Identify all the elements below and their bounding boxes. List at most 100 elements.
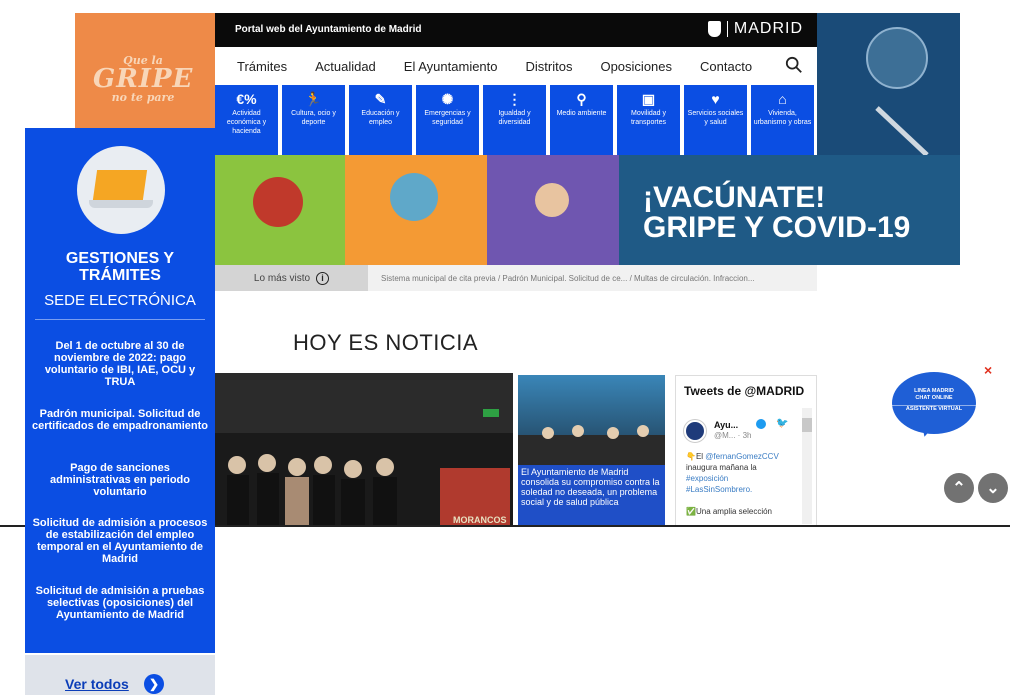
gripe-campaign-text: Que la GRIPE no te pare [93,55,193,103]
category-servicios-sociales[interactable]: ♥ Servicios sociales y salud [684,85,747,155]
tweet-text-line: inaugura mañana la [686,463,757,472]
gripe-campaign-banner[interactable]: Que la GRIPE no te pare [75,13,215,138]
vaccination-hero-banner[interactable]: ¡VACÚNATE! GRIPE Y COVID-19 [215,155,960,265]
house-icon: ⌂ [778,91,787,107]
nav-oposiciones[interactable]: Oposiciones [600,59,672,74]
sidebar-link-estabilizacion[interactable]: Solicitud de admisión a procesos de esta… [25,517,215,565]
category-actividad-economica[interactable]: €% Actividad económica y hacienda [215,85,278,155]
chevron-right-icon: ❯ [148,677,160,691]
twitter-bird-icon[interactable]: 🐦 [776,418,788,429]
tweet-hashtag-link[interactable]: #LasSinSombrero. [686,485,752,494]
nav-el-ayuntamiento[interactable]: El Ayuntamiento [404,59,498,74]
gestiones-sidebar: GESTIONES Y TRÁMITES SEDE ELECTRÓNICA De… [25,128,215,653]
nav-distritos[interactable]: Distritos [526,59,573,74]
tweets-scroll-thumb[interactable] [802,418,812,432]
madrid-logo[interactable]: MADRID [707,20,803,38]
euro-icon: €% [236,91,257,107]
close-icon[interactable]: × [984,362,992,378]
category-educacion[interactable]: ✎ Educación y empleo [349,85,412,155]
cartoon-doctor [535,183,569,217]
news-photo-watermark: MORANCOS [453,515,507,525]
siren-icon: ✺ [441,91,454,107]
category-cultura[interactable]: 🏃 Cultura, ocio y deporte [282,85,345,155]
news-photo-image [215,373,513,526]
twitter-avatar[interactable] [684,420,706,442]
twitter-widget: Tweets de @MADRID Ayu... 🐦 @M... · 3h 👇E… [675,375,817,526]
runner-icon: 🏃 [304,91,323,107]
main-nav: Trámites Actualidad El Ayuntamiento Dist… [215,47,817,85]
linea-madrid-chat-button[interactable]: LINEA MADRID CHAT ONLINE ASISTENTE VIRTU… [892,372,976,434]
hero-panel-orange [345,155,487,265]
logo-text: MADRID [733,20,803,37]
sidebar-link-sanciones[interactable]: Pago de sanciones administrativas en per… [25,462,215,498]
scroll-up-button[interactable]: ⌃ [944,473,974,503]
sidebar-link-ibi[interactable]: Del 1 de octubre al 30 de noviembre de 2… [25,340,215,388]
scroll-down-button[interactable]: ⌄ [978,473,1008,503]
chat-bubble-line: ASISTENTE VIRTUAL [892,405,976,413]
tweet-hashtag-link[interactable]: #exposición [686,474,728,483]
nav-actualidad[interactable]: Actualidad [315,59,376,74]
category-label: Cultura, ocio y deporte [291,110,336,126]
cartoon-character [253,177,303,227]
ver-todos-link[interactable]: Ver todos [65,676,129,692]
chat-bubble-line: CHAT ONLINE [915,395,953,401]
tweet-text: 👇El @fernanGomezCCV inaugura mañana la #… [686,451,801,517]
vacunate-line2: GRIPE Y COVID-19 [643,211,911,244]
sidebar-link-padron[interactable]: Padrón municipal. Solicitud de certifica… [25,408,215,432]
chevron-up-icon: ⌃ [952,480,966,497]
nav-tramites[interactable]: Trámites [237,59,287,74]
news-card-photo[interactable]: MORANCOS [215,373,513,526]
bus-icon: ▣ [641,91,656,107]
news-section-title: HOY ES NOTICIA [293,330,479,355]
most-viewed-label: Lo más visto i [215,265,368,291]
logo-separator [726,21,728,37]
category-movilidad[interactable]: ▣ Movilidad y transportes [617,85,680,155]
category-label: Igualdad y diversidad [498,110,531,126]
category-label: Servicios sociales y salud [687,110,744,126]
top-header-bar: Portal web del Ayuntamiento de Madrid MA… [215,13,817,47]
info-icon[interactable]: i [316,271,330,285]
news-caption: El Ayuntamiento de Madrid consolida su c… [518,465,665,526]
category-label: Actividad económica y hacienda [226,110,267,135]
vaccination-headline: ¡VACÚNATE! GRIPE Y COVID-19 [643,183,910,243]
category-tiles: €% Actividad económica y hacienda 🏃 Cultur… [215,85,817,155]
portal-title: Portal web del Ayuntamiento de Madrid [235,24,422,35]
hero-panel-purple [487,155,619,265]
category-label: Medio ambiente [556,110,607,117]
category-medio-ambiente[interactable]: ⚲ Medio ambiente [550,85,613,155]
hands-heart-icon: ♥ [711,91,720,107]
category-label: Emergencias y seguridad [424,110,471,126]
nav-contacto[interactable]: Contacto [700,59,752,74]
chevron-down-icon: ⌄ [986,480,1000,497]
chat-bubble-line: LINEA MADRID [914,388,954,394]
pencil-icon: ✎ [374,91,387,107]
cartoon-character [390,173,438,221]
verified-badge-icon [756,419,766,429]
sidebar-link-oposiciones[interactable]: Solicitud de admisión a pruebas selectiv… [25,585,215,621]
virus-image [817,13,960,157]
sidebar-title: GESTIONES Y TRÁMITES [65,250,175,284]
arrow-right-icon[interactable]: ❯ [144,674,164,694]
tweet-handle: @M... · 3h [714,431,752,440]
search-icon[interactable] [785,56,803,74]
virus-illustration-icon [866,27,929,157]
hero-panel-green [215,155,345,265]
category-emergencias[interactable]: ✺ Emergencias y seguridad [416,85,479,155]
madrid-shield-icon [707,21,721,37]
news-card-soledad[interactable]: El Ayuntamiento de Madrid consolida su c… [518,375,665,526]
most-viewed-bar: Lo más visto i Sistema municipal de cita… [215,265,817,291]
sidebar-subtitle[interactable]: SEDE ELECTRÓNICA [25,292,215,309]
tweet-mention-link[interactable]: @fernanGomezCCV [705,452,778,461]
sidebar-divider [35,319,205,320]
tweet-text-line: ✅Una amplia selección [686,507,772,516]
tweet-author-name[interactable]: Ayu... [714,420,738,430]
tweets-title: Tweets de @MADRID [684,384,805,398]
category-label: Educación y empleo [361,110,400,126]
page: Que la GRIPE no te pare Portal web del A… [0,0,1010,695]
gripe-big-text: GRIPE [93,64,194,94]
vacunate-line1: ¡VACÚNATE! [643,181,826,214]
category-label: Movilidad y transportes [630,110,667,126]
category-igualdad[interactable]: ⋮ Igualdad y diversidad [483,85,546,155]
most-viewed-links[interactable]: Sistema municipal de cita previa / Padró… [381,274,755,283]
category-vivienda[interactable]: ⌂ Vivienda, urbanismo y obras [751,85,814,155]
